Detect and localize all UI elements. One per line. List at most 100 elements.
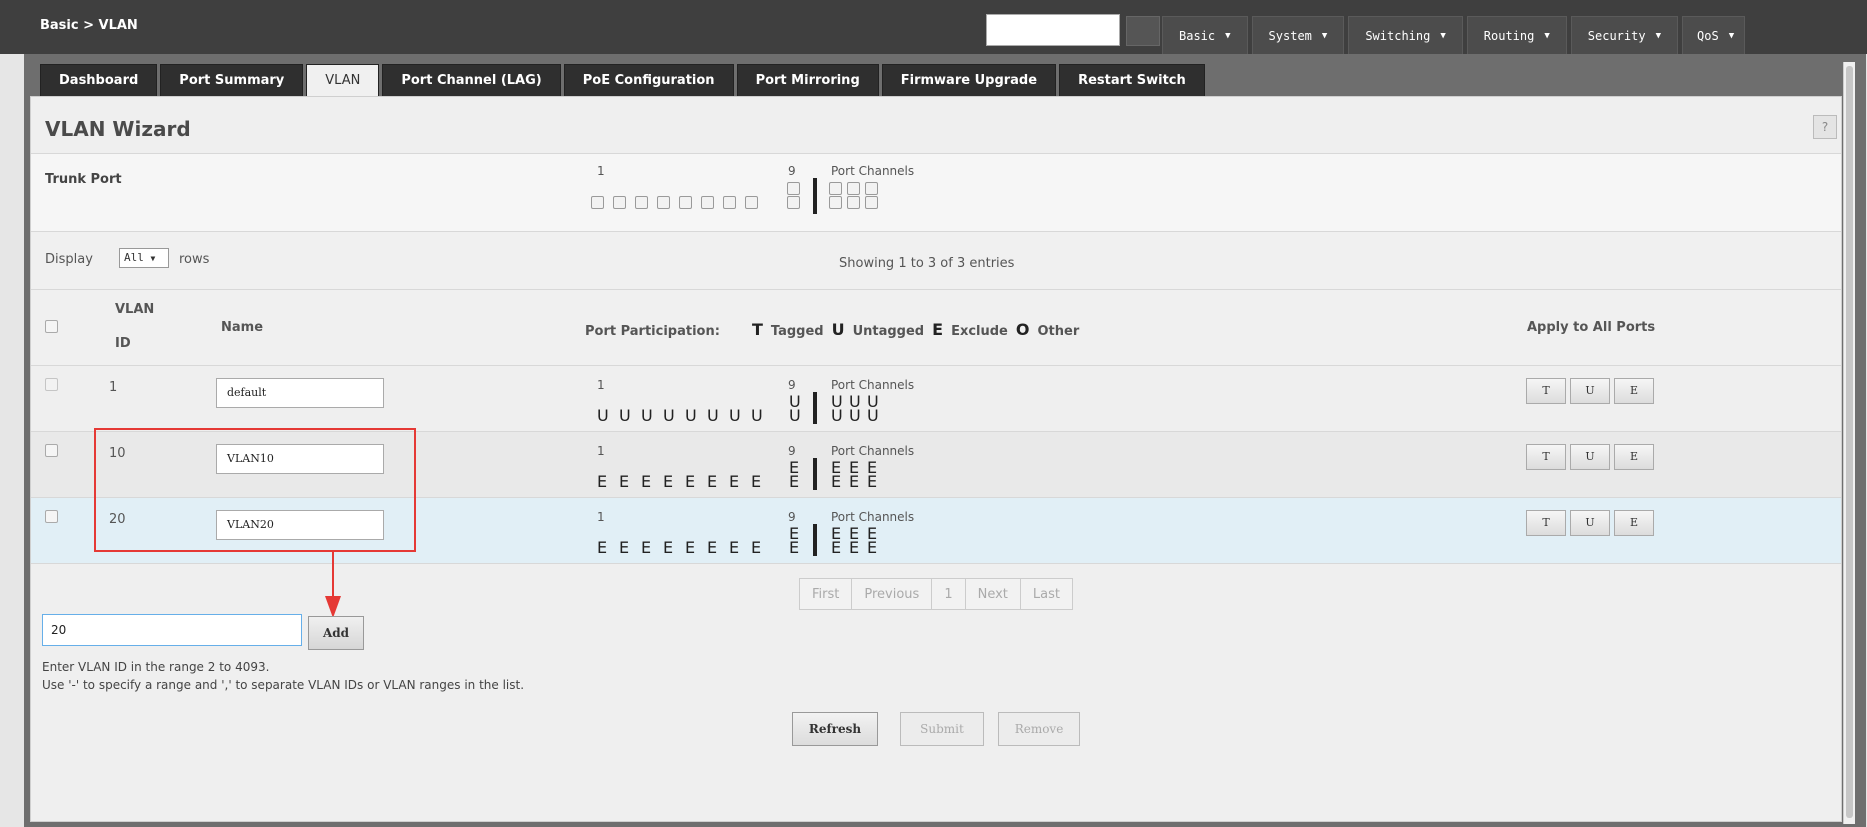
port-state[interactable]: U <box>641 406 653 425</box>
trunk-channel-checkbox[interactable] <box>865 182 878 195</box>
trunk-port-checkbox[interactable] <box>635 196 648 209</box>
port-state[interactable]: E <box>619 538 629 557</box>
apply-tagged-button[interactable]: T <box>1526 444 1566 470</box>
remove-button[interactable]: Remove <box>998 712 1080 746</box>
channel-state[interactable]: U <box>867 406 879 425</box>
tab-dashboard[interactable]: Dashboard <box>40 64 158 96</box>
search-input[interactable] <box>986 14 1120 46</box>
port-state[interactable]: E <box>685 472 695 491</box>
tab-restart-switch[interactable]: Restart Switch <box>1059 64 1205 96</box>
trunk-port-checkbox[interactable] <box>701 196 714 209</box>
channel-state[interactable]: E <box>831 538 841 557</box>
trunk-port-checkbox[interactable] <box>657 196 670 209</box>
vlan-id-input[interactable]: 20 <box>42 614 302 646</box>
port-state[interactable]: E <box>707 472 717 491</box>
port-state[interactable]: U <box>663 406 675 425</box>
port-state[interactable]: E <box>789 538 799 557</box>
trunk-channel-checkbox[interactable] <box>829 196 842 209</box>
trunk-port-checkbox[interactable] <box>613 196 626 209</box>
trunk-port-checkbox[interactable] <box>723 196 736 209</box>
channel-state[interactable]: E <box>849 472 859 491</box>
port-state[interactable]: U <box>729 406 741 425</box>
row-checkbox[interactable] <box>45 510 58 523</box>
menu-switching[interactable]: Switching ▼ <box>1348 16 1463 54</box>
channel-state[interactable]: E <box>831 472 841 491</box>
pager-next[interactable]: Next <box>964 578 1021 610</box>
port-state[interactable]: E <box>641 538 651 557</box>
pagination: First Previous 1 Next Last <box>799 578 1073 610</box>
trunk-port-checkbox[interactable] <box>787 182 800 195</box>
row-checkbox[interactable] <box>45 378 58 391</box>
pager-last[interactable]: Last <box>1019 578 1073 610</box>
apply-exclude-button[interactable]: E <box>1614 510 1654 536</box>
legend-label: Other <box>1037 324 1080 339</box>
vlan-name-input[interactable]: default <box>216 378 384 408</box>
port-state[interactable]: E <box>729 538 739 557</box>
port-state[interactable]: E <box>789 472 799 491</box>
apply-exclude-button[interactable]: E <box>1614 378 1654 404</box>
port-state[interactable]: E <box>641 472 651 491</box>
legend-label: Untagged <box>852 324 925 339</box>
channel-state[interactable]: E <box>867 472 877 491</box>
pager-previous[interactable]: Previous <box>851 578 933 610</box>
tab-vlan[interactable]: VLAN <box>306 64 380 96</box>
tab-poe-configuration[interactable]: PoE Configuration <box>563 64 734 96</box>
row-checkbox[interactable] <box>45 444 58 457</box>
port-state[interactable]: E <box>663 472 673 491</box>
port-state[interactable]: E <box>685 538 695 557</box>
port-state[interactable]: U <box>597 406 609 425</box>
channel-state[interactable]: E <box>849 538 859 557</box>
menu-qos[interactable]: QoS ▼ <box>1682 16 1746 54</box>
apply-untagged-button[interactable]: U <box>1570 378 1610 404</box>
port-state[interactable]: E <box>619 472 629 491</box>
scrollbar-thumb[interactable] <box>1846 66 1853 818</box>
pager-page-1[interactable]: 1 <box>931 578 966 610</box>
port-state[interactable]: E <box>597 472 607 491</box>
tab-port-mirroring[interactable]: Port Mirroring <box>736 64 879 96</box>
channel-state[interactable]: U <box>849 406 861 425</box>
port-state[interactable]: E <box>707 538 717 557</box>
search-button[interactable] <box>1126 16 1160 46</box>
menu-system[interactable]: System ▼ <box>1251 16 1345 54</box>
apply-exclude-button[interactable]: E <box>1614 444 1654 470</box>
trunk-port-checkbox[interactable] <box>787 196 800 209</box>
port-state[interactable]: E <box>751 472 761 491</box>
port-state[interactable]: E <box>751 538 761 557</box>
port-state[interactable]: E <box>729 472 739 491</box>
help-button[interactable]: ? <box>1813 115 1837 139</box>
trunk-port-checkbox[interactable] <box>591 196 604 209</box>
scrollbar[interactable] <box>1843 62 1855 824</box>
trunk-channel-checkbox[interactable] <box>847 196 860 209</box>
port-state[interactable]: E <box>597 538 607 557</box>
tab-firmware-upgrade[interactable]: Firmware Upgrade <box>881 64 1057 96</box>
rows-select[interactable]: All ▼ <box>119 248 169 268</box>
port-state[interactable]: U <box>751 406 763 425</box>
port-state[interactable]: U <box>685 406 697 425</box>
refresh-button[interactable]: Refresh <box>792 712 878 746</box>
port-state[interactable]: U <box>619 406 631 425</box>
channel-state[interactable]: E <box>867 538 877 557</box>
submit-button[interactable]: Submit <box>900 712 984 746</box>
menu-security[interactable]: Security ▼ <box>1570 16 1678 54</box>
tab-port-summary[interactable]: Port Summary <box>160 64 304 96</box>
apply-tagged-button[interactable]: T <box>1526 510 1566 536</box>
apply-tagged-button[interactable]: T <box>1526 378 1566 404</box>
trunk-port-checkbox[interactable] <box>745 196 758 209</box>
select-all-checkbox[interactable] <box>45 320 58 333</box>
port-state[interactable]: E <box>663 538 673 557</box>
menu-basic[interactable]: Basic ▼ <box>1162 16 1248 54</box>
add-button[interactable]: Add <box>308 616 364 650</box>
apply-untagged-button[interactable]: U <box>1570 510 1610 536</box>
pager-first[interactable]: First <box>799 578 853 610</box>
trunk-channel-checkbox[interactable] <box>847 182 860 195</box>
trunk-channel-checkbox[interactable] <box>865 196 878 209</box>
channel-state[interactable]: U <box>831 406 843 425</box>
trunk-port-checkbox[interactable] <box>679 196 692 209</box>
apply-untagged-button[interactable]: U <box>1570 444 1610 470</box>
tab-port-channel[interactable]: Port Channel (LAG) <box>382 64 561 96</box>
menu-routing[interactable]: Routing ▼ <box>1466 16 1567 54</box>
col-vlan: VLAN <box>115 302 155 317</box>
port-state[interactable]: U <box>707 406 719 425</box>
trunk-channel-checkbox[interactable] <box>829 182 842 195</box>
port-state[interactable]: U <box>789 406 801 425</box>
